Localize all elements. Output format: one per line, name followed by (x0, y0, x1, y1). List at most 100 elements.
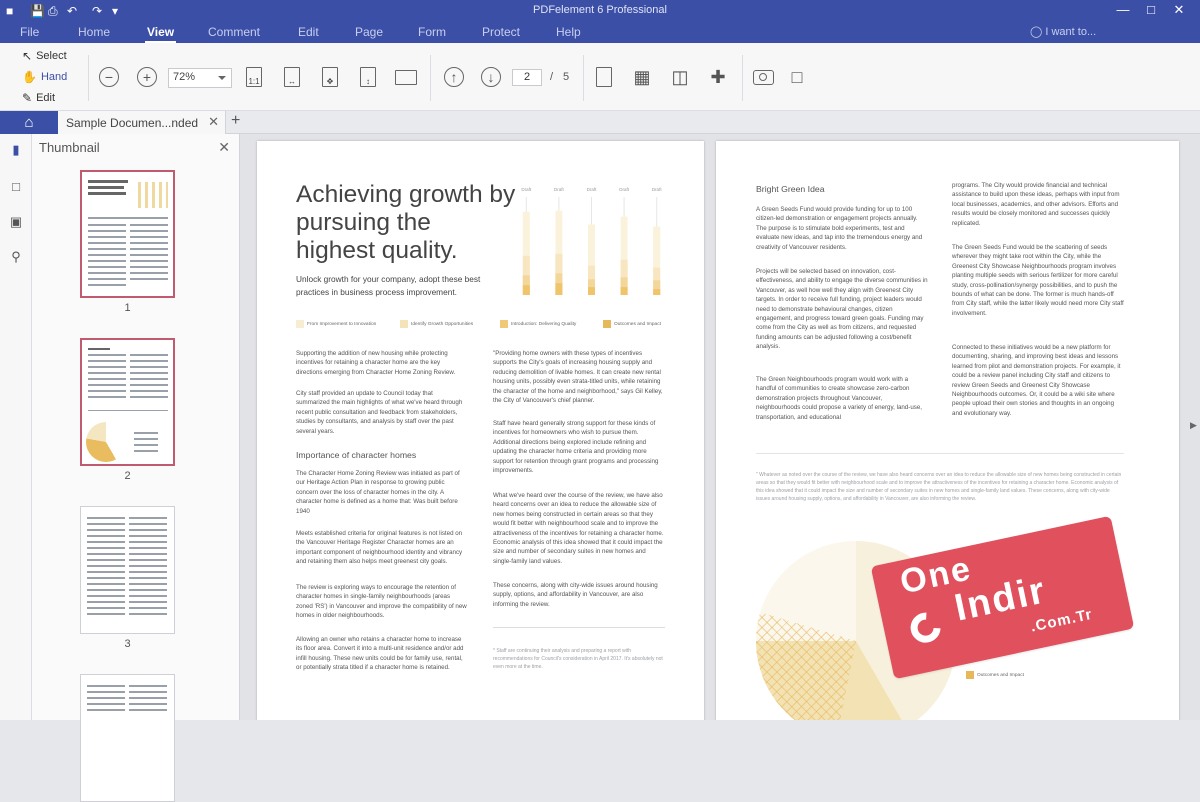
zoom-out-button[interactable]: − (96, 64, 122, 90)
i-want-to-label: I want to... (1045, 26, 1097, 38)
legend-label: Identify Growth Opportunities (411, 321, 474, 327)
select-cursor-icon: ↖ (22, 49, 33, 63)
thumbnail-panel-icon[interactable]: ▮ (8, 142, 24, 158)
chart-category-label: Draft (587, 187, 598, 192)
paragraph: Meets established criteria for original … (296, 530, 463, 566)
split-quad-button[interactable]: ✚ (705, 64, 731, 90)
paragraph: Supporting the addition of new housing w… (296, 350, 456, 376)
legend-swatch (500, 320, 508, 328)
ribbon-divider (88, 55, 89, 101)
close-panel-icon[interactable]: ✕ (218, 139, 230, 156)
split-horizontal-button[interactable]: ▦ (629, 64, 655, 90)
menu-comment[interactable]: Comment (208, 25, 260, 39)
divider (756, 453, 1124, 454)
actual-size-button[interactable]: 1:1 (241, 64, 267, 90)
window-title: PDFelement 6 Professional (533, 4, 667, 16)
home-icon: ⌂ (24, 114, 34, 131)
snapshot-button[interactable] (750, 64, 776, 90)
expand-panel-icon[interactable]: ▶ (1190, 420, 1197, 431)
menu-form[interactable]: Form (418, 25, 446, 39)
minimize-icon[interactable]: — (1112, 2, 1134, 17)
i-want-to-search[interactable]: ◯ I want to... (1030, 25, 1096, 38)
page-separator: / (550, 71, 554, 83)
select-mode-button[interactable]: ↖ Select (22, 49, 67, 63)
legend-item: Introduction: Delivering Quality (500, 320, 576, 328)
page-thumbnail-3[interactable] (80, 506, 175, 634)
fit-height-icon: ↕ (360, 67, 376, 87)
bookmark-panel-icon[interactable]: □ (8, 179, 24, 195)
hand-mode-button[interactable]: ✋ Hand (22, 70, 67, 84)
chart-category-label: Draft (652, 187, 663, 192)
home-tab[interactable]: ⌂ (0, 111, 58, 134)
legend-item: Identify Growth Opportunities (400, 320, 473, 328)
next-page-button[interactable]: ↓ (478, 64, 504, 90)
edit-pencil-icon: ✎ (22, 91, 33, 105)
camera-icon (752, 69, 774, 85)
select-label: Select (36, 50, 67, 62)
view-ribbon: ↖ Select ✋ Hand ✎ Edit − + 72% 1:1 ↔ ✥ ↕ ↑ … (0, 43, 1200, 111)
search-icon[interactable]: ⚲ (8, 249, 24, 265)
paragraph: The Green Seeds Fund would be the scatte… (952, 244, 1124, 317)
edit-mode-button[interactable]: ✎ Edit (22, 91, 55, 105)
ribbon-divider (430, 55, 431, 101)
page-thumbnail-2[interactable] (80, 338, 175, 466)
menu-page[interactable]: Page (355, 25, 383, 39)
ribbon-divider (583, 55, 584, 101)
bookmark-button[interactable]: □ (784, 64, 810, 90)
pie-legend-label: Outcomes and Impact (977, 672, 1024, 678)
fit-page-button[interactable]: ✥ (317, 64, 343, 90)
legend-item: From Improvement to Innovation (296, 320, 376, 328)
arrow-down-icon: ↓ (481, 67, 501, 87)
document-tab-row: ⌂ Sample Documen...nded ✕ + (0, 111, 1200, 134)
document-tab-label: Sample Documen...nded (66, 116, 199, 130)
thumbnail-page-number: 2 (124, 470, 131, 482)
menu-home[interactable]: Home (78, 25, 110, 39)
zoom-in-button[interactable]: + (134, 64, 160, 90)
chart-category-label: Draft (619, 187, 630, 192)
chart-bar (588, 287, 595, 295)
chart-bar (522, 285, 530, 295)
document-tab[interactable]: Sample Documen...nded ✕ (58, 111, 226, 134)
menu-file[interactable]: File (20, 25, 39, 39)
single-page-icon (596, 67, 612, 87)
legend-swatch (603, 320, 611, 328)
menu-edit[interactable]: Edit (298, 25, 319, 39)
legend-swatch (296, 320, 304, 328)
new-tab-icon[interactable]: + (231, 112, 240, 130)
split-horizontal-icon: ▦ (633, 66, 651, 87)
page-thumbnail-1[interactable] (80, 170, 175, 298)
paragraph: The Green Neighbourhoods program would w… (756, 376, 923, 421)
legend-item: Outcomes and Impact (603, 320, 661, 328)
menu-view[interactable]: View (144, 25, 177, 43)
fit-height-button[interactable]: ↕ (355, 64, 381, 90)
divider (493, 627, 665, 628)
title-bar: ■ 💾 ⎙ ↶ ↷ ▾ PDFelement 6 Professional — … (0, 0, 1200, 22)
fit-width-button[interactable]: ↔ (279, 64, 305, 90)
page-thumbnail-4[interactable] (80, 674, 175, 802)
full-screen-button[interactable] (393, 64, 419, 90)
thumbnail-panel-title: Thumbnail (39, 140, 100, 155)
hand-icon: ✋ (22, 70, 37, 84)
chart-bar (555, 283, 563, 295)
split-vertical-button[interactable]: ◫ (667, 64, 693, 90)
single-page-button[interactable] (591, 64, 617, 90)
current-page-input[interactable]: 2 (512, 69, 542, 86)
paragraph: The Character Home Zoning Review was ini… (296, 470, 460, 515)
monitor-icon (395, 69, 417, 85)
thumbnail-page-number: 1 (124, 302, 131, 314)
bookmark-icon: □ (791, 66, 803, 87)
thumbnail-panel: Thumbnail ✕ 1 2 3 (32, 134, 266, 802)
comment-panel-icon[interactable]: ▣ (8, 214, 24, 230)
maximize-icon[interactable]: □ (1140, 2, 1162, 17)
zoom-select[interactable]: 72% (168, 68, 232, 88)
pie-legend-item: Outcomes and Impact (966, 671, 1024, 679)
paragraph: Projects will be selected based on innov… (756, 268, 928, 351)
close-tab-icon[interactable]: ✕ (208, 114, 219, 130)
menu-bar: File Home View Comment Edit Page Form Pr… (0, 22, 1200, 43)
quote-block: " Whatever as noted over the course of t… (756, 472, 1122, 502)
close-window-icon[interactable]: ✕ (1168, 2, 1190, 18)
menu-protect[interactable]: Protect (482, 25, 520, 39)
previous-page-button[interactable]: ↑ (441, 64, 467, 90)
thumbnail-page-number: 3 (124, 638, 131, 650)
menu-help[interactable]: Help (556, 25, 581, 39)
